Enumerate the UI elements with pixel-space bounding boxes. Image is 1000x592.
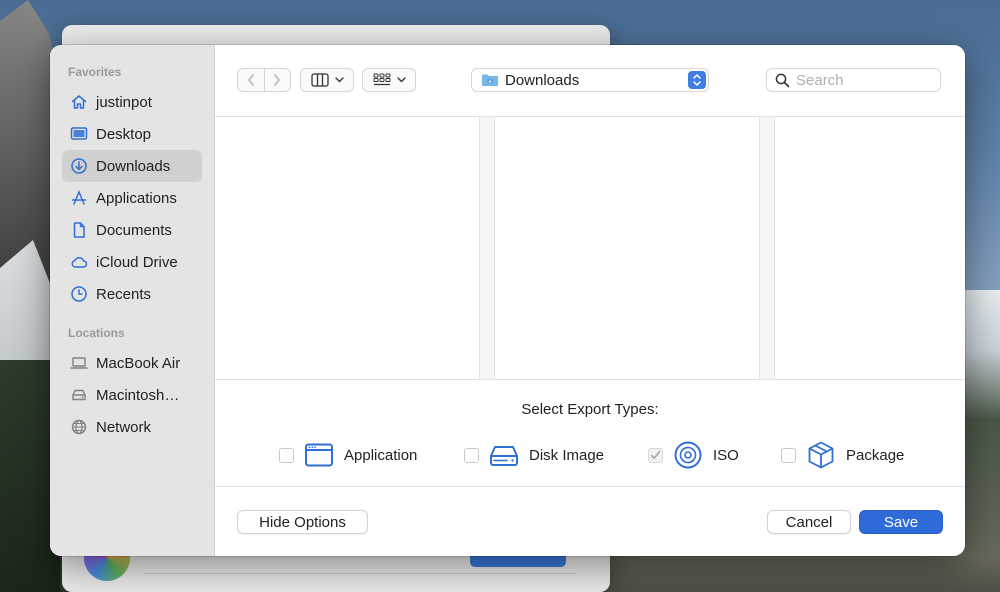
columns-view-icon xyxy=(310,73,329,87)
disk-image-icon xyxy=(489,441,519,469)
sidebar-item-label: justinpot xyxy=(96,93,152,111)
folder-icon xyxy=(482,74,498,86)
disk-icon xyxy=(68,385,90,405)
export-types-heading: Select Export Types: xyxy=(521,401,659,418)
desktop-icon xyxy=(68,124,90,144)
disk-image-checkbox[interactable] xyxy=(464,447,479,463)
sidebar-heading-favorites: Favorites xyxy=(68,65,122,79)
disk-image-label: Disk Image xyxy=(529,446,605,464)
sidebar-item-label: Downloads xyxy=(96,157,171,175)
sidebar-item-macbook-air[interactable]: MacBook Air xyxy=(62,347,202,379)
globe-icon xyxy=(68,417,90,437)
home-icon xyxy=(68,92,90,112)
sidebar-item-network[interactable]: Network xyxy=(62,411,202,443)
current-folder-label: Downloads xyxy=(505,71,580,89)
main-pane: Downloads Select Export Types: Appl xyxy=(215,45,965,556)
sidebar-item-label: Macintosh… xyxy=(96,386,180,404)
sidebar-heading-locations: Locations xyxy=(68,326,125,340)
sidebar-item-recents[interactable]: Recents xyxy=(62,278,202,310)
export-type-package: Package xyxy=(781,441,904,469)
sidebar-item-label: Network xyxy=(96,418,152,436)
application-checkbox[interactable] xyxy=(279,447,294,463)
application-window-icon xyxy=(304,441,334,469)
column-resize-handle[interactable] xyxy=(479,117,495,379)
group-view-button[interactable] xyxy=(362,68,416,92)
chevron-down-icon xyxy=(334,77,344,83)
sidebar: Favorites justinpot Desktop Downloads Ap… xyxy=(50,45,215,556)
sidebar-item-label: Applications xyxy=(96,189,177,207)
toolbar: Downloads xyxy=(215,45,965,117)
location-popup[interactable]: Downloads xyxy=(471,68,709,92)
navigation-buttons xyxy=(237,68,291,92)
sidebar-item-desktop[interactable]: Desktop xyxy=(62,118,202,150)
grid-view-icon xyxy=(373,73,390,86)
column-view-button[interactable] xyxy=(300,68,354,92)
iso-disc-icon xyxy=(673,441,703,469)
iso-checkbox[interactable] xyxy=(648,447,663,463)
laptop-icon xyxy=(68,353,90,373)
sidebar-item-label: Documents xyxy=(96,221,172,239)
back-button[interactable] xyxy=(238,69,264,91)
file-browser-columns[interactable] xyxy=(215,117,965,380)
cancel-button[interactable]: Cancel xyxy=(767,510,851,534)
package-box-icon xyxy=(806,441,836,469)
package-label: Package xyxy=(846,446,905,464)
popup-stepper-icon xyxy=(688,71,706,89)
column-resize-handle[interactable] xyxy=(759,117,775,379)
document-icon xyxy=(68,220,90,240)
export-type-iso: ISO xyxy=(648,441,739,469)
sidebar-item-label: iCloud Drive xyxy=(96,253,178,271)
iso-label: ISO xyxy=(713,446,739,464)
forward-button[interactable] xyxy=(263,69,291,91)
sidebar-item-documents[interactable]: Documents xyxy=(62,214,202,246)
chevron-right-icon xyxy=(274,74,280,86)
chevron-left-icon xyxy=(248,74,254,86)
save-dialog: Favorites justinpot Desktop Downloads Ap… xyxy=(50,45,965,556)
hide-options-button[interactable]: Hide Options xyxy=(237,510,368,534)
search-input[interactable] xyxy=(796,71,936,89)
downloads-icon xyxy=(68,156,90,176)
sidebar-item-icloud-drive[interactable]: iCloud Drive xyxy=(62,246,202,278)
background-ground xyxy=(600,555,1000,592)
cloud-icon xyxy=(68,252,90,272)
package-checkbox[interactable] xyxy=(781,447,796,463)
export-type-disk-image: Disk Image xyxy=(464,441,604,469)
checkmark-icon xyxy=(650,450,661,459)
divider xyxy=(144,573,576,574)
sidebar-item-label: MacBook Air xyxy=(96,354,181,372)
save-button[interactable]: Save xyxy=(859,510,943,534)
sidebar-item-applications[interactable]: Applications xyxy=(62,182,202,214)
sidebar-item-downloads[interactable]: Downloads xyxy=(62,150,202,182)
chevron-down-icon xyxy=(396,77,406,83)
clock-icon xyxy=(68,284,90,304)
search-icon xyxy=(775,73,790,87)
search-field[interactable] xyxy=(766,68,941,92)
sidebar-item-macintosh-hd[interactable]: Macintosh… xyxy=(62,379,202,411)
dialog-footer: Hide Options Cancel Save xyxy=(215,488,965,556)
sidebar-item-label: Desktop xyxy=(96,125,152,143)
sidebar-item-home[interactable]: justinpot xyxy=(62,86,202,118)
application-label: Application xyxy=(344,446,418,464)
export-type-application: Application xyxy=(279,441,417,469)
applications-icon xyxy=(68,188,90,208)
sidebar-item-label: Recents xyxy=(96,285,152,303)
export-options: Select Export Types: Application Disk Im… xyxy=(215,381,965,487)
